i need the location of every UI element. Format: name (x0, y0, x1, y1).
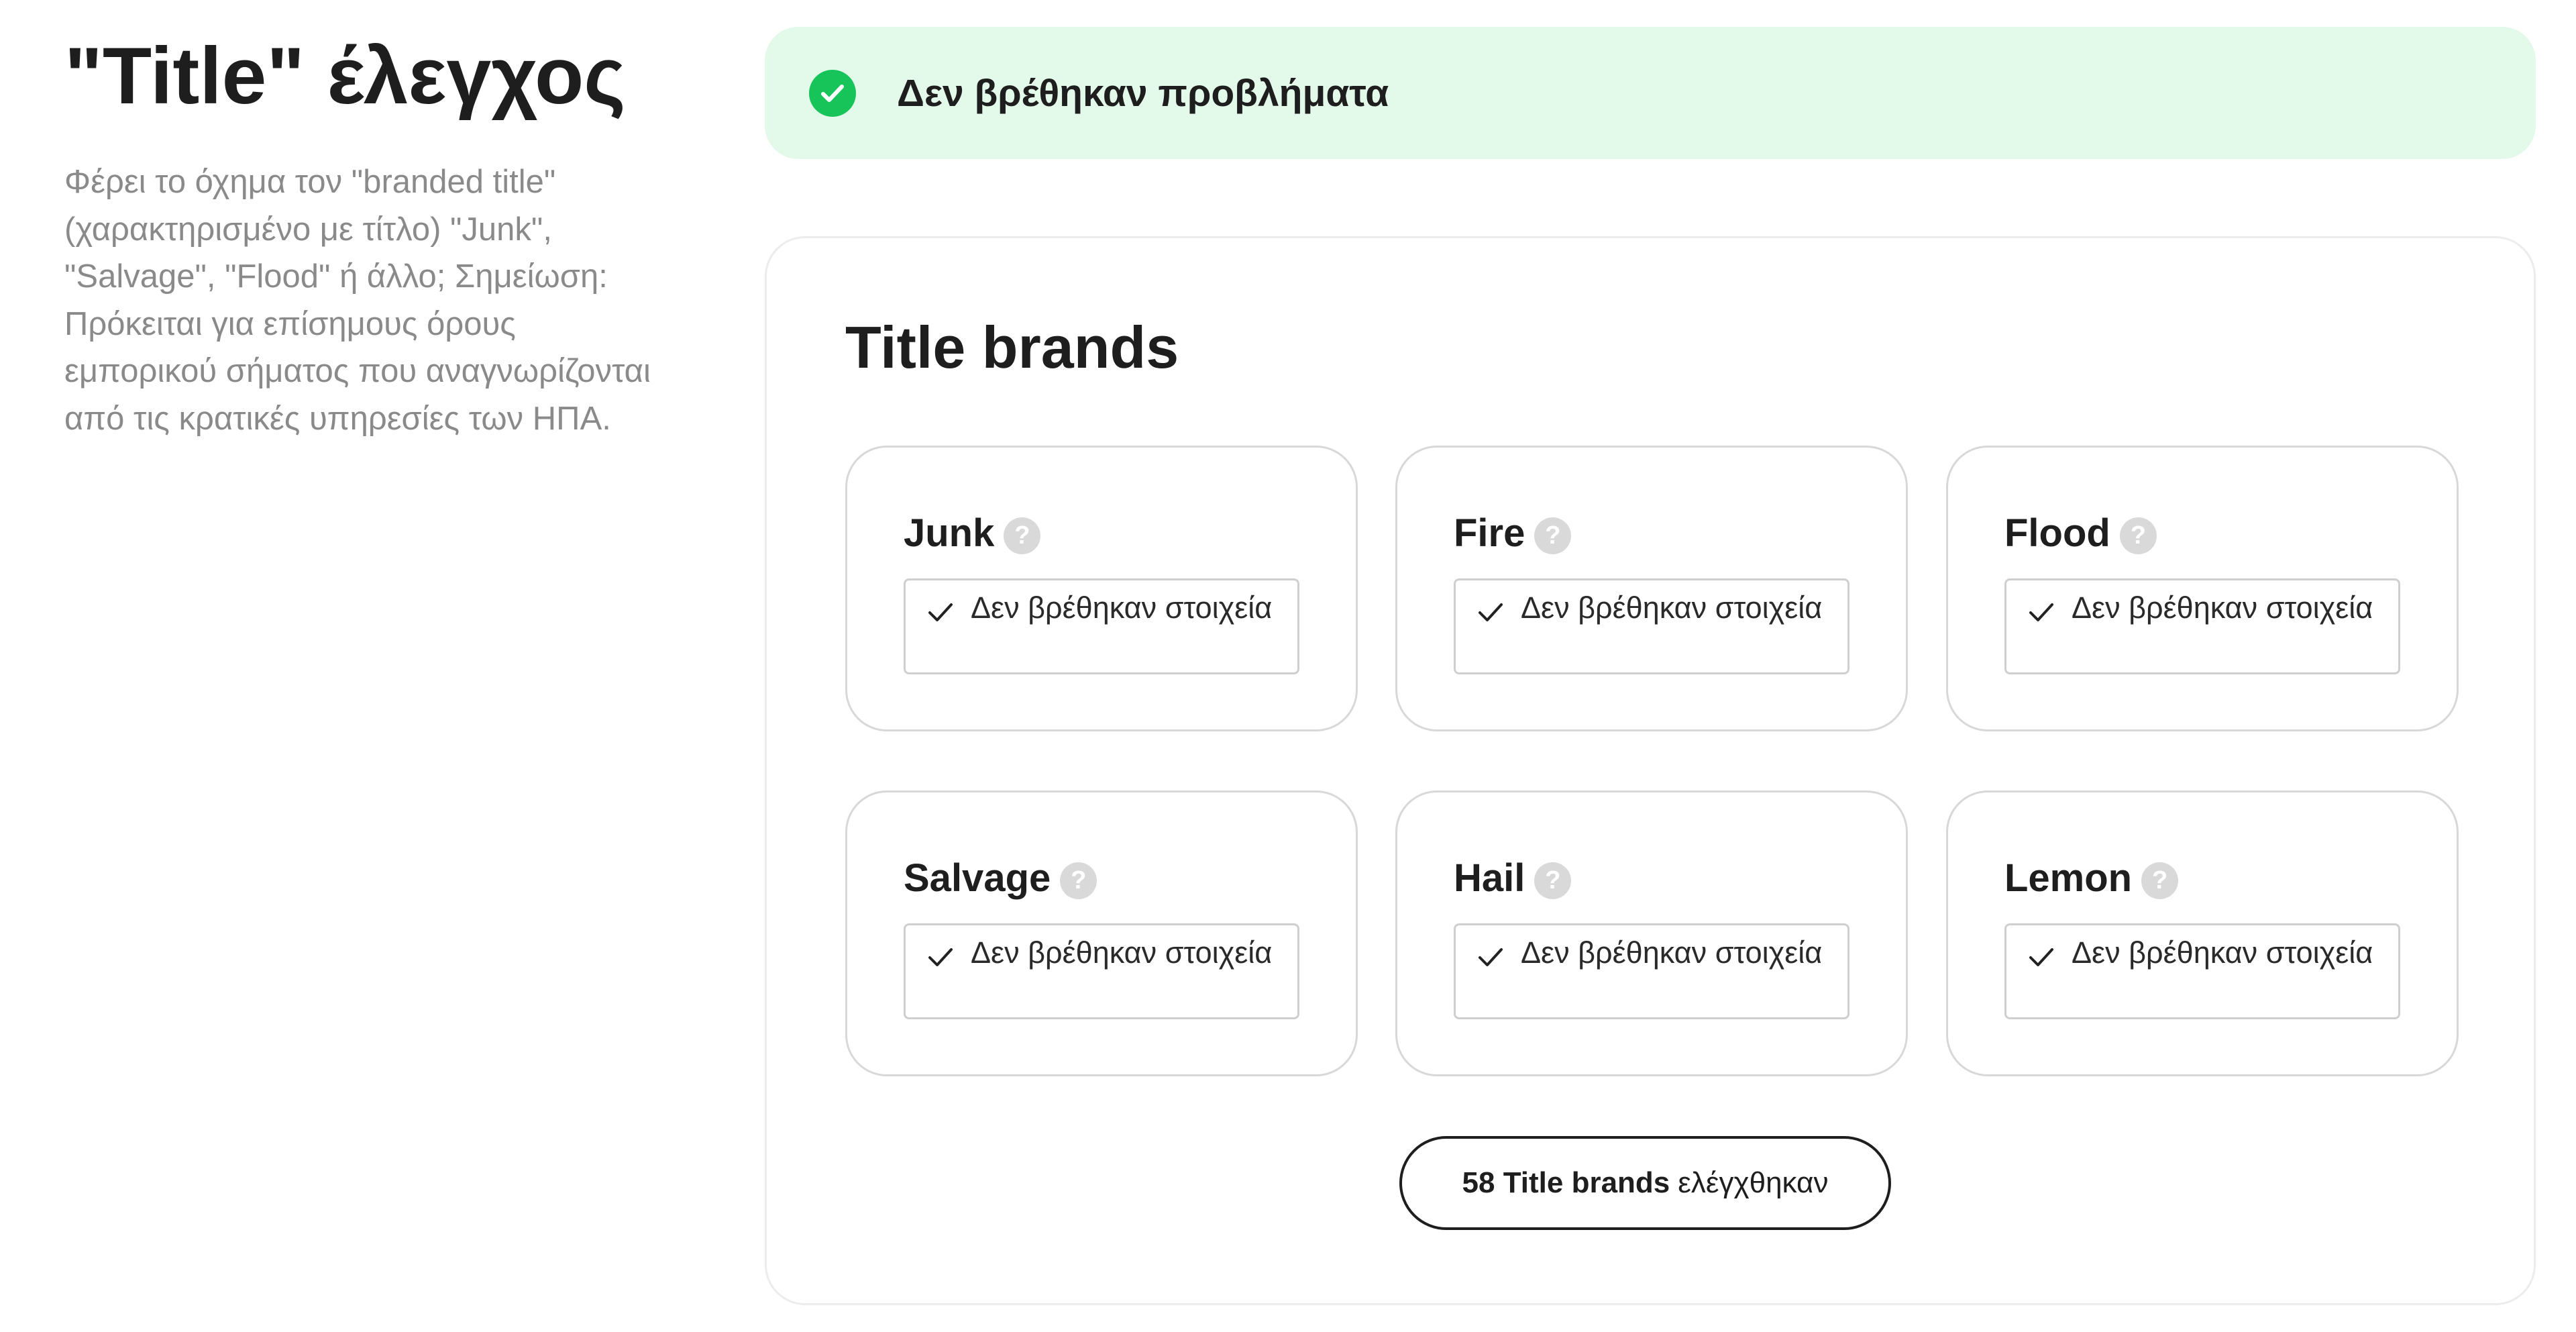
page-description: Φέρει το όχημα τον "branded title" (χαρα… (64, 164, 651, 437)
brand-card-fire: Fire ? Δεν βρέθηκαν στοιχεία (1395, 446, 1908, 731)
brand-result-box: Δεν βρέθηκαν στοιχεία (1454, 923, 1849, 1019)
brand-card-salvage: Salvage ? Δεν βρέθηκαν στοιχεία (845, 790, 1358, 1076)
status-text: Δεν βρέθηκαν προβλήματα (897, 72, 1389, 115)
help-icon[interactable]: ? (1004, 517, 1041, 554)
brand-card-title: Flood (2004, 511, 2110, 555)
brands-checked-button[interactable]: 58 Title brands ελέγχθηκαν (1399, 1136, 1891, 1230)
brand-result-text: Δεν βρέθηκαν στοιχεία (1521, 935, 1823, 970)
status-banner: Δεν βρέθηκαν προβλήματα (765, 27, 2536, 159)
brand-card-title: Fire (1454, 511, 1525, 555)
help-icon[interactable]: ? (1060, 862, 1097, 899)
help-icon[interactable]: ? (2119, 517, 2157, 554)
brand-result-text: Δεν βρέθηκαν στοιχεία (971, 591, 1273, 625)
brand-result-text: Δεν βρέθηκαν στοιχεία (971, 935, 1273, 970)
title-brands-panel: Title brands Junk ? Δεν βρέθηκαν στοιχεί… (765, 236, 2536, 1305)
brand-card-hail: Hail ? Δεν βρέθηκαν στοιχεία (1395, 790, 1908, 1076)
brand-result-box: Δεν βρέθηκαν στοιχεία (2004, 578, 2400, 674)
brand-result-box: Δεν βρέθηκαν στοιχεία (2004, 923, 2400, 1019)
check-icon (1479, 948, 1503, 966)
help-icon[interactable]: ? (1534, 517, 1572, 554)
check-circle-icon (809, 70, 856, 117)
brand-result-box: Δεν βρέθηκαν στοιχεία (904, 578, 1299, 674)
brand-card-junk: Junk ? Δεν βρέθηκαν στοιχεία (845, 446, 1358, 731)
check-icon (1479, 603, 1503, 621)
brand-card-title: Junk (904, 511, 995, 555)
brand-result-text: Δεν βρέθηκαν στοιχεία (2072, 591, 2373, 625)
panel-title: Title brands (845, 314, 1179, 380)
help-icon[interactable]: ? (1534, 862, 1572, 899)
help-icon[interactable]: ? (2141, 862, 2179, 899)
brand-result-box: Δεν βρέθηκαν στοιχεία (1454, 578, 1849, 674)
check-icon (928, 948, 953, 966)
check-icon (928, 603, 953, 621)
brand-card-title: Lemon (2004, 856, 2133, 900)
brand-card-title: Salvage (904, 856, 1051, 900)
page-title: "Title" έλεγχος (64, 31, 626, 121)
brands-checked-count: 58 Title brands (1462, 1166, 1670, 1199)
brand-result-text: Δεν βρέθηκαν στοιχεία (2072, 935, 2373, 970)
brand-card-lemon: Lemon ? Δεν βρέθηκαν στοιχεία (1946, 790, 2459, 1076)
brand-card-flood: Flood ? Δεν βρέθηκαν στοιχεία (1946, 446, 2459, 731)
brands-checked-label: ελέγχθηκαν (1678, 1166, 1829, 1199)
check-icon (2029, 948, 2053, 966)
brand-result-text: Δεν βρέθηκαν στοιχεία (1521, 591, 1823, 625)
brand-card-title: Hail (1454, 856, 1525, 900)
brand-result-box: Δεν βρέθηκαν στοιχεία (904, 923, 1299, 1019)
check-icon (2029, 603, 2053, 621)
